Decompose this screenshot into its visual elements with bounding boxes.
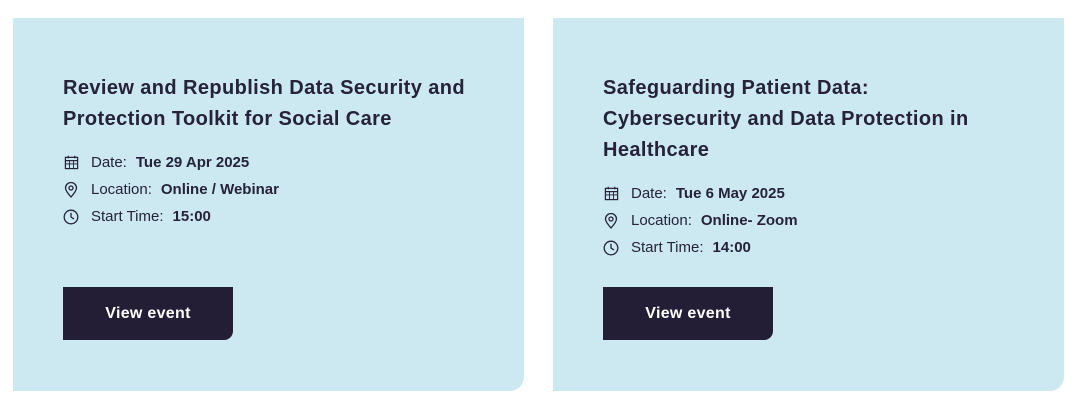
time-label: Start Time: <box>631 239 704 256</box>
event-card: Safeguarding Patient Data: Cybersecurity… <box>553 18 1064 391</box>
event-date: Date: Tue 29 Apr 2025 <box>63 149 474 176</box>
event-start-time: Start Time: 14:00 <box>603 234 1014 261</box>
event-start-time: Start Time: 15:00 <box>63 203 474 230</box>
event-title: Review and Republish Data Security and P… <box>63 77 465 130</box>
map-pin-icon <box>603 212 619 229</box>
event-card: Review and Republish Data Security and P… <box>13 18 524 391</box>
event-location: Location: Online / Webinar <box>63 176 474 203</box>
time-value: 14:00 <box>712 239 751 256</box>
date-value: Tue 29 Apr 2025 <box>135 154 250 171</box>
date-label: Date: <box>91 154 127 171</box>
time-value: 15:00 <box>172 208 211 225</box>
location-label: Location: <box>631 212 692 229</box>
time-label: Start Time: <box>91 208 164 225</box>
event-cards: Review and Republish Data Security and P… <box>0 0 1080 401</box>
calendar-icon <box>63 155 79 171</box>
date-label: Date: <box>631 185 667 202</box>
calendar-icon <box>603 186 619 202</box>
view-event-button[interactable]: View event <box>63 287 233 340</box>
event-date: Date: Tue 6 May 2025 <box>603 180 1014 207</box>
view-event-button[interactable]: View event <box>603 287 773 340</box>
event-title: Safeguarding Patient Data: Cybersecurity… <box>603 77 969 161</box>
location-label: Location: <box>91 181 152 198</box>
date-value: Tue 6 May 2025 <box>675 185 785 202</box>
event-details: Date: Tue 6 May 2025 Location: Online- Z… <box>603 180 1014 261</box>
map-pin-icon <box>63 181 79 198</box>
clock-icon <box>603 240 619 256</box>
event-details: Date: Tue 29 Apr 2025 Location: Online /… <box>63 149 474 230</box>
clock-icon <box>63 209 79 225</box>
event-location: Location: Online- Zoom <box>603 207 1014 234</box>
location-value: Online / Webinar <box>160 181 279 198</box>
location-value: Online- Zoom <box>700 212 798 229</box>
